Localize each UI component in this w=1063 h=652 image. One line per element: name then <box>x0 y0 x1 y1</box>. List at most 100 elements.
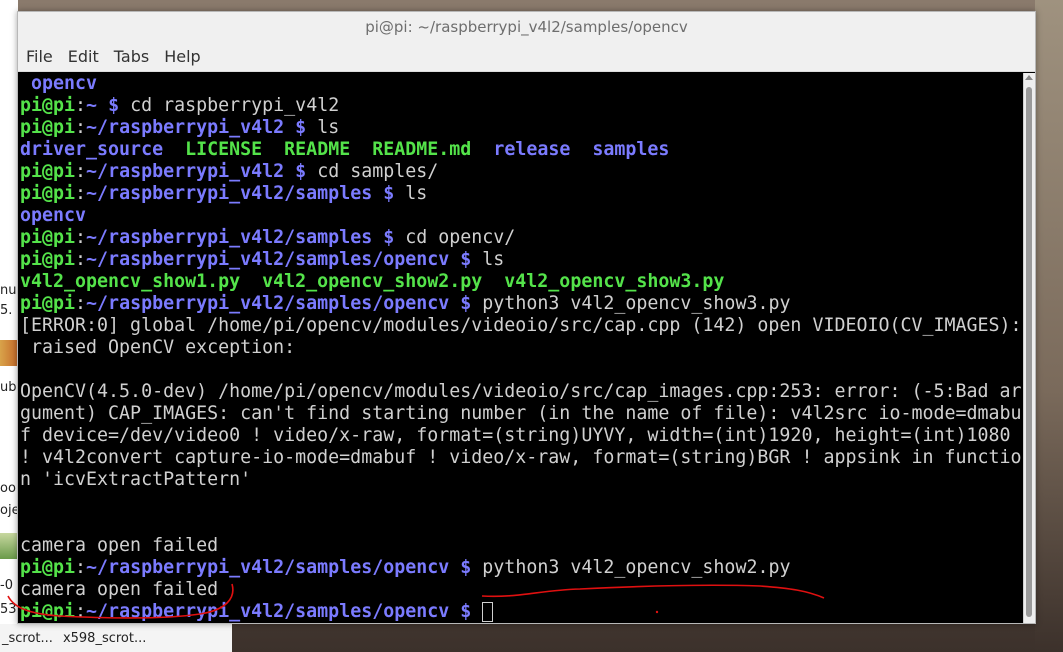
terminal-text: ~/raspberrypi_v4l2 <box>86 161 285 182</box>
window-title[interactable]: pi@pi: ~/raspberrypi_v4l2/samples/opencv <box>18 12 1035 42</box>
desktop-bottom-labels: _scrot... x598_scrot... <box>0 624 232 652</box>
terminal-text: ~/raspberrypi_v4l2/samples/opencv <box>86 249 450 270</box>
terminal-text: : <box>75 117 87 138</box>
terminal-line: pi@pi:~/raspberrypi_v4l2 $ cd samples/ <box>18 161 1023 183</box>
terminal-text: $ <box>372 183 406 204</box>
terminal-text: : <box>75 601 87 622</box>
terminal-text: ~/raspberrypi_v4l2/samples <box>86 227 373 248</box>
terminal-text: pi@pi <box>20 293 76 314</box>
terminal-line: opencv <box>18 205 1023 227</box>
terminal-text: v4l2_opencv_show3.py <box>504 271 725 292</box>
terminal-text: opencv <box>20 205 87 226</box>
terminal-text: $ <box>449 557 483 578</box>
terminal-text: python3 v4l2_opencv_show3.py <box>482 293 791 314</box>
terminal-text: ~/raspberrypi_v4l2/samples <box>86 183 373 204</box>
terminal-text: cd samples/ <box>317 161 439 182</box>
terminal-scrollbar[interactable] <box>1023 73 1035 623</box>
menu-help[interactable]: Help <box>164 47 200 66</box>
desktop-thumbnail[interactable] <box>0 533 18 559</box>
terminal-text: README <box>284 139 351 160</box>
terminal-text: ~ <box>86 95 98 116</box>
terminal-text: : <box>75 183 87 204</box>
terminal-text: pi@pi <box>20 161 76 182</box>
terminal-line: camera open failed <box>18 579 1023 601</box>
terminal-line: pi@pi:~/raspberrypi_v4l2/samples/opencv … <box>18 557 1023 579</box>
terminal-text: python3 v4l2_opencv_show2.py <box>482 557 791 578</box>
terminal-text: cd raspberrypi_v4l2 <box>130 95 340 116</box>
terminal-line: OpenCV(4.5.0-dev) /home/pi/opencv/module… <box>18 381 1023 403</box>
terminal-text: $ <box>284 117 318 138</box>
terminal-text: README.md <box>372 139 472 160</box>
terminal-text: ls <box>482 249 505 270</box>
menu-bar: File Edit Tabs Help <box>18 42 1035 72</box>
terminal-text: OpenCV(4.5.0-dev) /home/pi/opencv/module… <box>20 381 1022 402</box>
terminal-text: : <box>75 293 87 314</box>
desktop-file-fragment: 5. <box>0 303 13 318</box>
terminal-text: pi@pi <box>20 557 76 578</box>
terminal-line: pi@pi:~ $ cd raspberrypi_v4l2 <box>18 95 1023 117</box>
terminal-text: LICENSE <box>185 139 263 160</box>
terminal-text: ~/raspberrypi_v4l2 <box>86 117 285 138</box>
terminal-text: $ <box>449 293 483 314</box>
terminal-line: n 'icvExtractPattern' <box>18 469 1023 491</box>
terminal-line: pi@pi:~/raspberrypi_v4l2/samples/opencv … <box>18 293 1023 315</box>
terminal-text: raised OpenCV exception: <box>20 337 296 358</box>
terminal-text: camera open failed <box>20 579 219 600</box>
scroll-thumb[interactable] <box>1026 87 1032 617</box>
desktop-file-label[interactable]: x598_scrot... <box>63 631 146 646</box>
terminal-line: pi@pi:~/raspberrypi_v4l2 $ ls <box>18 117 1023 139</box>
terminal-line: f device=/dev/video0 ! video/x-raw, form… <box>18 425 1023 447</box>
terminal-line: pi@pi:~/raspberrypi_v4l2/samples $ cd op… <box>18 227 1023 249</box>
terminal-line: pi@pi:~/raspberrypi_v4l2/samples $ ls <box>18 183 1023 205</box>
desktop-file-fragment: nu <box>0 283 17 298</box>
menu-file[interactable]: File <box>26 47 53 66</box>
terminal-text: gument) CAP_IMAGES: can't find starting … <box>20 403 1022 424</box>
terminal-line: camera open failed <box>18 535 1023 557</box>
terminal-line: driver_source LICENSE README README.md r… <box>18 139 1023 161</box>
terminal-text: : <box>75 95 87 116</box>
menu-tabs[interactable]: Tabs <box>114 47 149 66</box>
terminal-text: samples <box>592 139 670 160</box>
terminal-text: ~/raspberrypi_v4l2/samples/opencv <box>86 557 450 578</box>
terminal-text: $ <box>284 161 318 182</box>
terminal-text: n 'icvExtractPattern' <box>20 469 252 490</box>
terminal-text: v4l2_opencv_show2.py <box>262 271 483 292</box>
terminal-line: opencv <box>18 73 1023 95</box>
terminal-line: raised OpenCV exception: <box>18 337 1023 359</box>
terminal-text: ls <box>405 183 428 204</box>
desktop-file-label[interactable]: _scrot... <box>2 631 53 646</box>
desktop-file-fragment: oo <box>0 481 16 496</box>
terminal-text: f device=/dev/video0 ! video/x-raw, form… <box>20 425 1011 446</box>
terminal-text: $ <box>372 227 406 248</box>
desktop-thumbnail[interactable] <box>0 340 18 366</box>
terminal-window: pi@pi: ~/raspberrypi_v4l2/samples/opencv… <box>17 11 1036 624</box>
desktop-file-fragment: 53 <box>0 602 17 617</box>
terminal-text: ~/raspberrypi_v4l2/samples/opencv <box>86 601 450 622</box>
terminal-text: cd opencv/ <box>405 227 516 248</box>
terminal-line: v4l2_opencv_show1.py v4l2_opencv_show2.p… <box>18 271 1023 293</box>
terminal-text: $ <box>449 601 483 622</box>
desktop-file-fragment: ub <box>0 380 17 395</box>
terminal-output[interactable]: opencv pi@pi:~ $ cd raspberrypi_v4l2 pi@pi… <box>18 73 1023 623</box>
terminal-text: : <box>75 227 87 248</box>
terminal-text: release <box>493 139 571 160</box>
terminal-text: driver_source <box>20 139 164 160</box>
terminal-text: pi@pi <box>20 95 76 116</box>
terminal-line: ! v4l2convert capture-io-mode=dmabuf ! v… <box>18 447 1023 469</box>
terminal-text: : <box>75 161 87 182</box>
terminal-cursor <box>482 602 494 622</box>
terminal-text: v4l2_opencv_show1.py <box>20 271 241 292</box>
terminal-text: [ERROR:0] global /home/pi/opencv/modules… <box>20 315 1022 336</box>
desktop-file-fragment: -0 <box>0 578 13 593</box>
terminal-text: pi@pi <box>20 183 76 204</box>
menu-edit[interactable]: Edit <box>68 47 99 66</box>
scroll-up-arrow-icon[interactable] <box>1025 75 1033 80</box>
